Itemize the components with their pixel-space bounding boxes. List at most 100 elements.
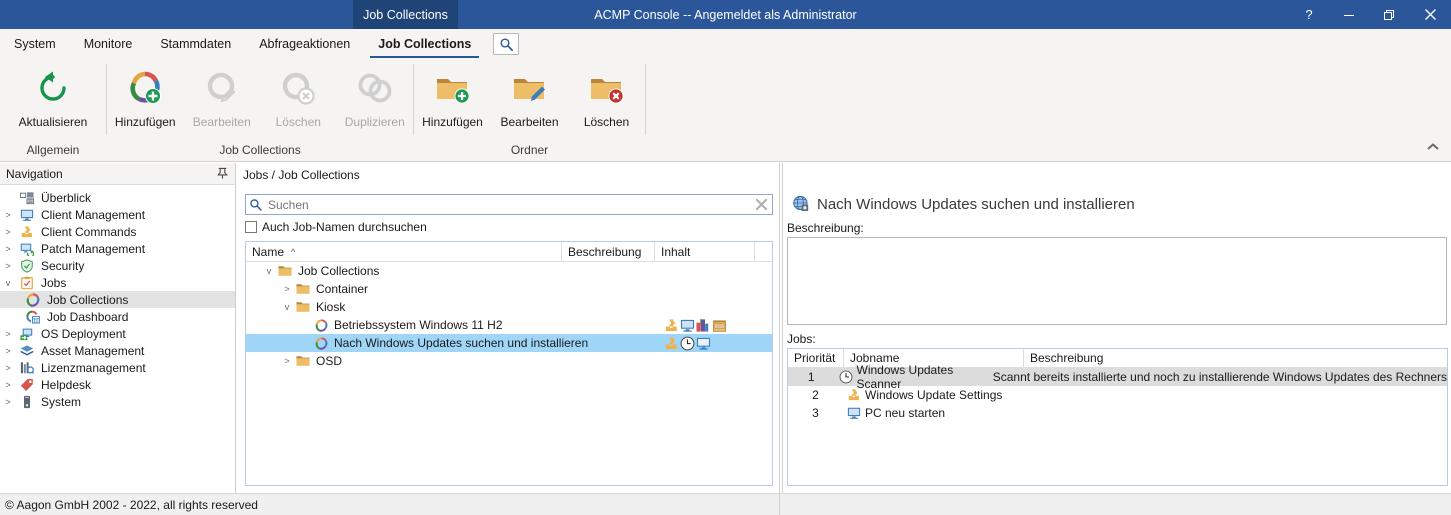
menu-item-job-collections[interactable]: Job Collections <box>364 29 485 58</box>
sidebar-item-security[interactable]: > Security <box>0 257 235 274</box>
package-icon <box>696 318 711 333</box>
detail-title-text: Nach Windows Updates suchen und installi… <box>813 196 1135 213</box>
job-collections-tree[interactable]: Name ^ Beschreibung Inhalt v Job Collect… <box>245 241 773 486</box>
ribbon-collapse-button[interactable] <box>1425 139 1441 155</box>
expander[interactable]: v <box>246 302 294 312</box>
collection-icon <box>22 293 44 307</box>
search-jobnames-checkbox-row[interactable]: Auch Job-Namen durchsuchen <box>245 220 427 234</box>
expander[interactable]: > <box>246 284 294 294</box>
clear-icon[interactable] <box>750 198 772 211</box>
expander[interactable]: > <box>0 329 16 339</box>
sidebar-item-system[interactable]: > System <box>0 393 235 410</box>
sidebar-item-job-dashboard[interactable]: Job Dashboard <box>0 308 235 325</box>
sidebar-item-client-commands[interactable]: > Client Commands <box>0 223 235 240</box>
table-row[interactable]: 2 Windows Update Settings <box>788 386 1447 404</box>
sidebar-item-helpdesk[interactable]: > Helpdesk <box>0 376 235 393</box>
title-bar: ACMP Console -- Angemeldet als Administr… <box>0 0 1451 29</box>
search-input[interactable] <box>266 197 750 213</box>
panel-splitter[interactable] <box>779 163 780 493</box>
refresh-label: Aktualisieren <box>19 115 88 129</box>
menu-item-abfrageaktionen[interactable]: Abfrageaktionen <box>245 29 364 58</box>
folder-delete-icon <box>588 68 626 108</box>
sidebar-label: Client Management <box>38 208 145 222</box>
column-header-inhalt[interactable]: Inhalt <box>654 242 754 261</box>
expander[interactable]: > <box>0 210 16 220</box>
column-header-filler <box>754 242 772 261</box>
tag-icon <box>16 378 38 392</box>
folder-edit-icon <box>511 68 549 108</box>
search-jobnames-checkbox[interactable] <box>245 221 257 233</box>
menu-item-monitore[interactable]: Monitore <box>70 29 147 58</box>
collection-icon <box>312 337 330 350</box>
collection-edit-button[interactable]: Bearbeiten <box>184 64 261 129</box>
ribbon-group-allgemein: Aktualisieren Allgemein <box>0 58 106 161</box>
asset-icon <box>16 344 38 358</box>
expander[interactable]: > <box>0 261 16 271</box>
folder-add-button[interactable]: Hinzufügen <box>414 64 491 129</box>
tree-row-label: Container <box>312 282 368 296</box>
sidebar-item-lizenzmanagement[interactable]: > Lizenzmanagement <box>0 359 235 376</box>
sidebar-label: System <box>38 395 81 409</box>
table-row[interactable]: v Job Collections <box>246 262 772 280</box>
restore-icon <box>1383 9 1395 21</box>
column-header-name[interactable]: Name ^ <box>246 242 561 261</box>
globe-settings-icon <box>789 195 813 213</box>
sidebar-item-ueberblick[interactable]: Überblick <box>0 189 235 206</box>
close-button[interactable] <box>1409 0 1451 29</box>
table-row[interactable]: 3 PC neu starten <box>788 404 1447 422</box>
column-header-jobs-beschreibung[interactable]: Beschreibung <box>1023 349 1447 367</box>
table-row[interactable]: Nach Windows Updates suchen und installi… <box>246 334 772 352</box>
sidebar-label: Helpdesk <box>38 378 91 392</box>
folder-edit-button[interactable]: Bearbeiten <box>491 64 568 129</box>
description-textarea[interactable] <box>787 237 1447 325</box>
tree-row-label: OSD <box>312 354 342 368</box>
clock-icon <box>680 336 695 351</box>
minimize-button[interactable] <box>1329 0 1369 29</box>
expander[interactable]: v <box>0 278 16 288</box>
window-active-tab[interactable]: Job Collections <box>353 0 458 29</box>
restore-button[interactable] <box>1369 0 1409 29</box>
expander[interactable]: > <box>0 244 16 254</box>
ribbon-group-ordner: Hinzufügen Bearbeiten <box>414 58 645 161</box>
sidebar-item-patch-management[interactable]: > Patch Management <box>0 240 235 257</box>
ribbon-group-job-collections: Hinzufügen Bearbeiten <box>107 58 413 161</box>
pin-button[interactable] <box>216 167 229 180</box>
table-row[interactable]: v Kiosk <box>246 298 772 316</box>
expander[interactable]: > <box>0 397 16 407</box>
clipboard-icon <box>16 276 38 290</box>
menu-item-stammdaten[interactable]: Stammdaten <box>146 29 245 58</box>
breadcrumb: Jobs / Job Collections <box>237 163 781 187</box>
table-row[interactable]: > OSD <box>246 352 772 370</box>
expander[interactable]: > <box>0 380 16 390</box>
refresh-button[interactable]: Aktualisieren <box>0 64 106 129</box>
table-row[interactable]: Betriebssystem Windows 11 H2 <box>246 316 772 334</box>
help-button[interactable]: ? <box>1289 0 1329 29</box>
jobs-label: Jobs: <box>787 332 816 346</box>
puzzle-icon <box>664 318 679 333</box>
table-row[interactable]: > Container <box>246 280 772 298</box>
column-header-name-label: Name <box>252 245 284 259</box>
expander[interactable]: > <box>0 346 16 356</box>
sidebar-item-client-management[interactable]: > Client Management <box>0 206 235 223</box>
column-header-beschreibung[interactable]: Beschreibung <box>561 242 654 261</box>
sidebar-item-asset-management[interactable]: > Asset Management <box>0 342 235 359</box>
expander[interactable]: > <box>0 227 16 237</box>
table-row[interactable]: 1 Windows Updates Scanner Scannt bereits… <box>788 368 1447 386</box>
folder-delete-label: Löschen <box>584 115 629 129</box>
collection-add-button[interactable]: Hinzufügen <box>107 64 184 129</box>
collection-duplicate-button[interactable]: Duplizieren <box>337 64 414 129</box>
folder-delete-button[interactable]: Löschen <box>568 64 645 129</box>
jobs-table[interactable]: Priorität Jobname Beschreibung 1 Windows… <box>787 348 1448 486</box>
expander[interactable]: > <box>246 356 294 366</box>
expander[interactable]: v <box>246 266 276 276</box>
sidebar-item-job-collections[interactable]: Job Collections <box>0 291 235 308</box>
menu-item-system[interactable]: System <box>0 29 70 58</box>
status-bar: © Aagon GmbH 2002 - 2022, all rights res… <box>0 493 1451 515</box>
menu-search-button[interactable] <box>493 33 519 55</box>
copyright-text: © Aagon GmbH 2002 - 2022, all rights res… <box>0 498 258 512</box>
sidebar-item-jobs[interactable]: v Jobs <box>0 274 235 291</box>
expander[interactable]: > <box>0 363 16 373</box>
search-box[interactable] <box>245 194 773 215</box>
sidebar-item-os-deployment[interactable]: > OS Deployment <box>0 325 235 342</box>
collection-delete-button[interactable]: Löschen <box>260 64 337 129</box>
